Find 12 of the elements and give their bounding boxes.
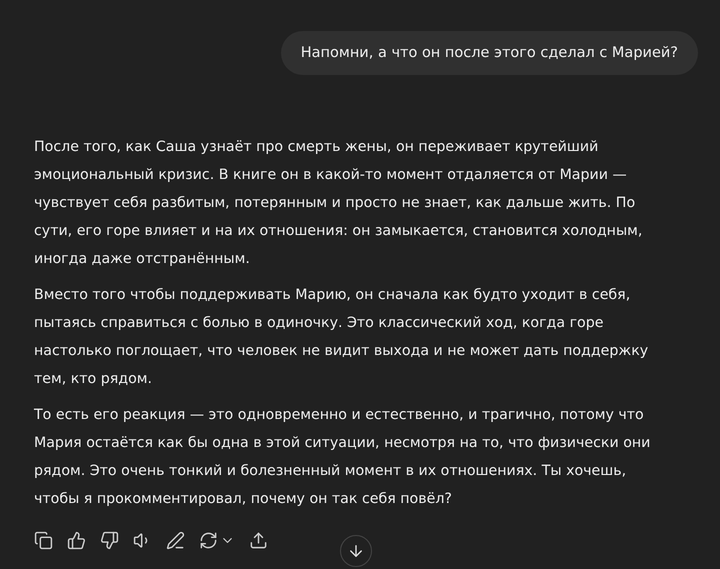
arrow-down-icon (347, 542, 365, 560)
answer-paragraph: После того, как Саша узнаёт про смерть жены, он переживает крутейший эмоциональный кризис. В книге он в какой-то момент отдаляется от Марии — чувствует себя разбитым, потерянным и просто не знает, как дальше жить. По сути, его горе влияет и на их отношения: он замыкается, становится холодным, иногда даже отстранённым. (34, 138, 644, 269)
refresh-icon (199, 531, 218, 550)
user-message: Напомни, а что он после этого сделал с Марией? (280, 31, 698, 75)
answer-paragraph: Вместо того чтобы поддерживать Марию, он сначала как будто уходит в себя, пытаясь справиться с болью в одиночку. Это классический ход, когда горе настолько поглощает, что человек не видит выхода и не может дать поддержку тем, кто рядом. (34, 286, 650, 389)
scroll-down-button[interactable] (340, 535, 372, 567)
answer-paragraph: То есть его реакция — это одновременно и естественно, и трагично, потому что Мария остаётся как бы одна в этой ситуации, несмотря на то, что физически они рядом. Это очень тонкий и болезненный момент в их отношениях. Ты хочешь, чтобы я прокомментировал, почему он так себя повёл? (34, 406, 652, 509)
copy-icon (34, 531, 53, 550)
share-icon (249, 531, 268, 550)
pencil-icon (166, 531, 185, 550)
thumbs-up-icon (67, 531, 86, 550)
thumbs-down-icon (100, 531, 119, 550)
